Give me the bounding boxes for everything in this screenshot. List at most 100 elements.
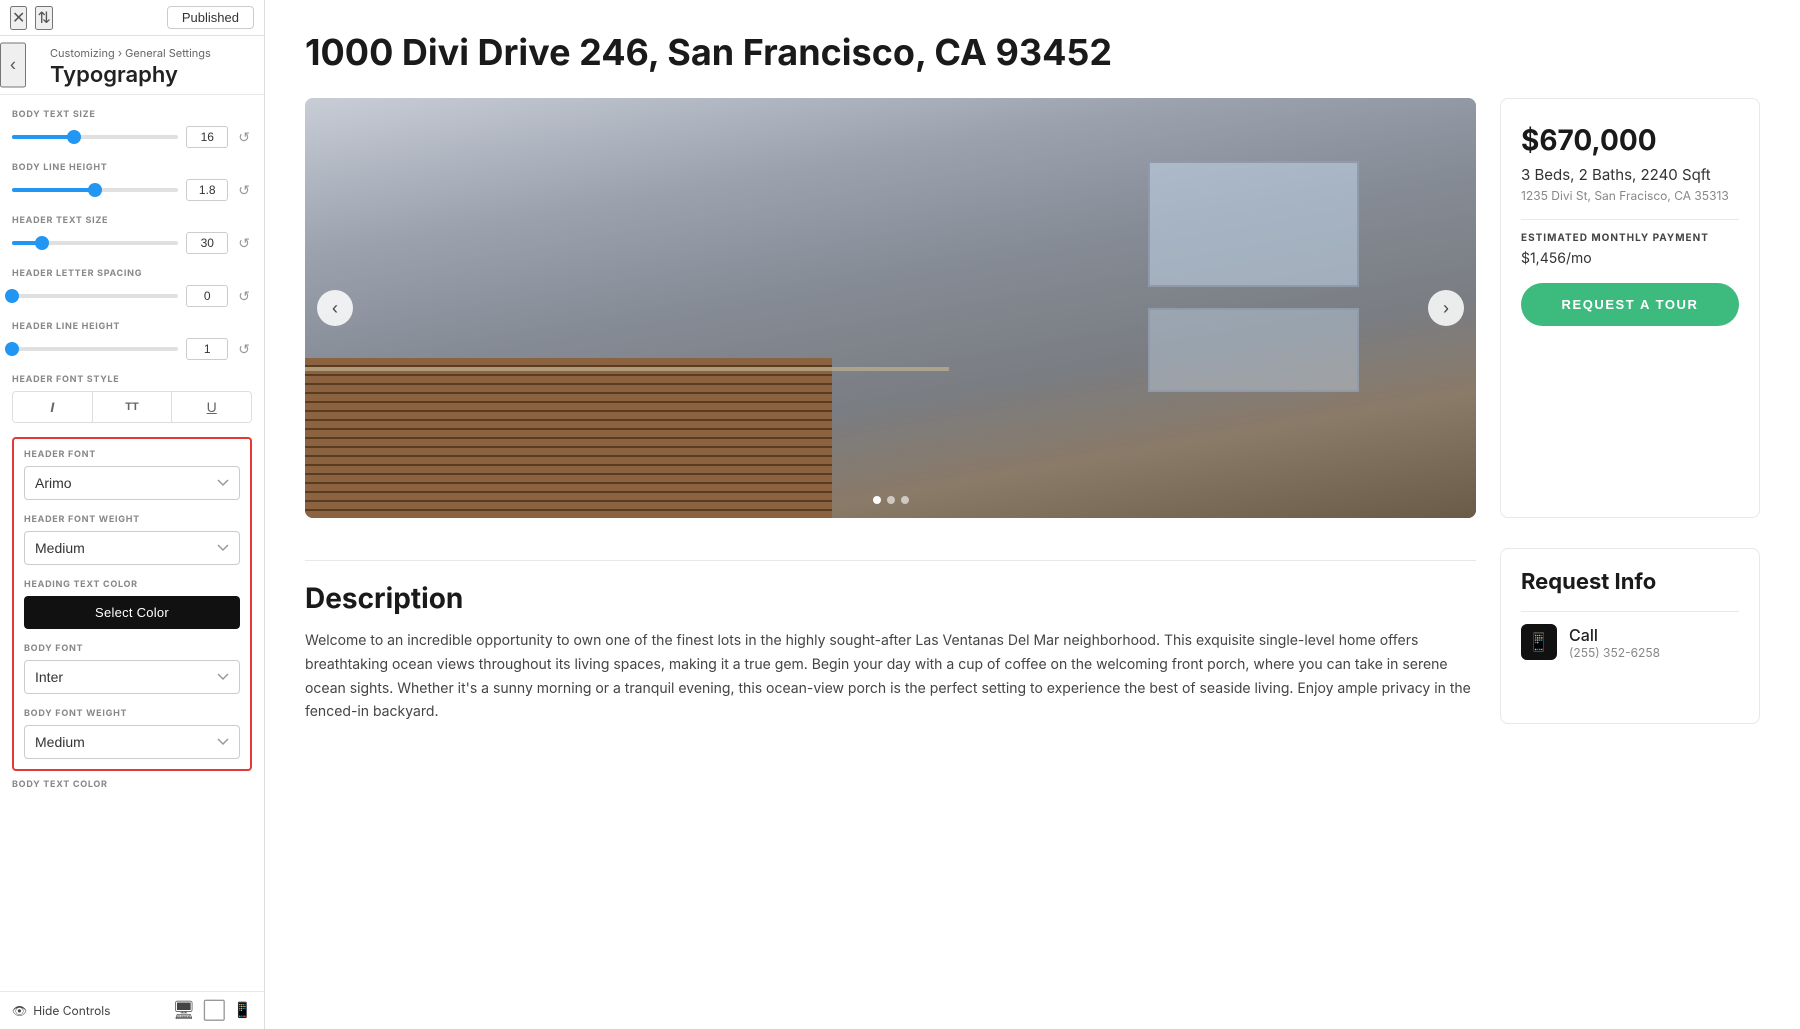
header-letter-spacing-row: ↺ — [12, 285, 252, 307]
body-text-size-control: BODY TEXT SIZE ↺ — [12, 109, 252, 148]
contact-info: Call (255) 352-6258 — [1569, 625, 1660, 660]
description-divider — [305, 560, 1476, 561]
header-text-size-slider-container — [12, 241, 178, 245]
italic-button[interactable]: I — [13, 392, 93, 422]
request-tour-button[interactable]: REQUEST A TOUR — [1521, 283, 1739, 326]
hide-controls-label: Hide Controls — [33, 1003, 110, 1018]
breadcrumb-area: ‹ Customizing › General Settings Typogra… — [0, 36, 264, 95]
body-text-size-slider-container — [12, 135, 178, 139]
carousel-next-button[interactable]: › — [1428, 290, 1464, 326]
header-font-control: HEADER FONT Arimo Inter Roboto — [24, 449, 240, 500]
body-line-height-track — [12, 188, 178, 192]
header-line-height-row: ↺ — [12, 338, 252, 360]
breadcrumb: Customizing › General Settings — [50, 46, 252, 60]
body-font-label: BODY FONT — [24, 643, 240, 654]
body-line-height-control: BODY LINE HEIGHT ↺ — [12, 162, 252, 201]
header-letter-spacing-thumb[interactable] — [5, 289, 19, 303]
carousel-dot-1[interactable] — [873, 496, 881, 504]
contact-row: 📱 Call (255) 352-6258 — [1521, 611, 1739, 672]
mobile-icon[interactable]: 📱 — [233, 1000, 252, 1021]
eye-icon: 👁 — [12, 1003, 27, 1018]
body-text-size-fill — [12, 135, 74, 139]
monthly-payment-label: ESTIMATED MONTHLY PAYMENT — [1521, 232, 1739, 244]
body-text-color-label: BODY TEXT COLOR — [12, 779, 252, 790]
heading-text-color-label: HEADING TEXT COLOR — [24, 579, 240, 590]
header-letter-spacing-label: HEADER LETTER SPACING — [12, 268, 252, 279]
header-font-weight-select[interactable]: Light Regular Medium Semi Bold Bold — [24, 531, 240, 565]
request-info-card: Request Info 📱 Call (255) 352-6258 — [1500, 548, 1760, 724]
swap-icon[interactable]: ⇅ — [35, 6, 52, 30]
contact-label: Call — [1569, 625, 1660, 645]
monthly-payment-value: $1,456/mo — [1521, 250, 1739, 267]
body-font-weight-select[interactable]: Light Regular Medium Semi Bold Bold — [24, 725, 240, 759]
header-line-height-label: HEADER LINE HEIGHT — [12, 321, 252, 332]
carousel-prev-button[interactable]: ‹ — [317, 290, 353, 326]
left-panel: ✕ ⇅ Published ‹ Customizing › General Se… — [0, 0, 265, 1029]
hide-controls-btn[interactable]: 👁 Hide Controls — [12, 1003, 111, 1018]
property-beds-baths: 3 Beds, 2 Baths, 2240 Sqft — [1521, 165, 1739, 184]
body-line-height-reset[interactable]: ↺ — [236, 182, 252, 199]
uppercase-button[interactable]: TT — [93, 392, 173, 422]
description-section: Description Welcome to an incredible opp… — [305, 548, 1760, 724]
body-font-control: BODY FONT Inter Arimo Roboto — [24, 643, 240, 694]
breadcrumb-parent[interactable]: Customizing — [50, 46, 115, 60]
body-text-size-input[interactable] — [186, 126, 228, 148]
body-line-height-thumb[interactable] — [88, 183, 102, 197]
body-text-size-reset[interactable]: ↺ — [236, 129, 252, 146]
body-text-size-label: BODY TEXT SIZE — [12, 109, 252, 120]
header-font-style-label: HEADER FONT STYLE — [12, 374, 252, 385]
header-line-height-thumb[interactable] — [5, 342, 19, 356]
underline-button[interactable]: U — [172, 392, 251, 422]
header-letter-spacing-slider-container — [12, 294, 178, 298]
body-font-weight-control: BODY FONT WEIGHT Light Regular Medium Se… — [24, 708, 240, 759]
body-line-height-label: BODY LINE HEIGHT — [12, 162, 252, 173]
header-line-height-input[interactable] — [186, 338, 228, 360]
panel-content: BODY TEXT SIZE ↺ BODY LINE HEIGHT — [0, 95, 264, 991]
property-address-small: 1235 Divi St, San Fracisco, CA 35313 — [1521, 188, 1739, 203]
description-text: Welcome to an incredible opportunity to … — [305, 629, 1476, 724]
header-font-weight-control: HEADER FONT WEIGHT Light Regular Medium … — [24, 514, 240, 565]
header-letter-spacing-reset[interactable]: ↺ — [236, 288, 252, 305]
select-color-button[interactable]: Select Color — [24, 596, 240, 629]
back-button[interactable]: ‹ — [0, 43, 26, 88]
body-font-select[interactable]: Inter Arimo Roboto — [24, 660, 240, 694]
request-info-title: Request Info — [1521, 569, 1739, 595]
header-text-size-control: HEADER TEXT SIZE ↺ — [12, 215, 252, 254]
body-text-size-track — [12, 135, 178, 139]
close-button[interactable]: ✕ — [10, 6, 27, 30]
property-title: 1000 Divi Drive 246, San Francisco, CA 9… — [305, 30, 1760, 74]
header-text-size-input[interactable] — [186, 232, 228, 254]
carousel-dot-2[interactable] — [887, 496, 895, 504]
property-image — [305, 98, 1476, 518]
property-price: $670,000 — [1521, 123, 1739, 157]
carousel-dots — [873, 496, 909, 504]
divider-1 — [1521, 219, 1739, 220]
body-line-height-input[interactable] — [186, 179, 228, 201]
device-icons: 🖥 ⬜ 📱 — [172, 1000, 252, 1021]
body-font-weight-label: BODY FONT WEIGHT — [24, 708, 240, 719]
header-letter-spacing-input[interactable] — [186, 285, 228, 307]
header-font-select[interactable]: Arimo Inter Roboto — [24, 466, 240, 500]
header-text-size-thumb[interactable] — [35, 236, 49, 250]
header-line-height-control: HEADER LINE HEIGHT ↺ — [12, 321, 252, 360]
header-line-height-reset[interactable]: ↺ — [236, 341, 252, 358]
property-info-card: $670,000 3 Beds, 2 Baths, 2240 Sqft 1235… — [1500, 98, 1760, 518]
description-title: Description — [305, 581, 1476, 615]
header-text-size-reset[interactable]: ↺ — [236, 235, 252, 252]
body-line-height-slider-container — [12, 188, 178, 192]
description-main: Description Welcome to an incredible opp… — [305, 548, 1476, 724]
breadcrumb-child[interactable]: General Settings — [125, 46, 211, 60]
header-font-weight-label: HEADER FONT WEIGHT — [24, 514, 240, 525]
body-text-size-thumb[interactable] — [67, 130, 81, 144]
heading-text-color-control: HEADING TEXT COLOR Select Color — [24, 579, 240, 629]
font-style-row: I TT U — [12, 391, 252, 423]
published-button[interactable]: Published — [167, 6, 254, 29]
tablet-icon[interactable]: ⬜ — [203, 1000, 225, 1021]
desktop-icon[interactable]: 🖥 — [172, 1000, 195, 1021]
top-bar: ✕ ⇅ Published — [0, 0, 264, 36]
page-title: Typography — [50, 62, 252, 88]
body-line-height-row: ↺ — [12, 179, 252, 201]
top-bar-left: ✕ ⇅ — [10, 6, 53, 30]
carousel-dot-3[interactable] — [901, 496, 909, 504]
property-image-area: ‹ › — [305, 98, 1476, 518]
